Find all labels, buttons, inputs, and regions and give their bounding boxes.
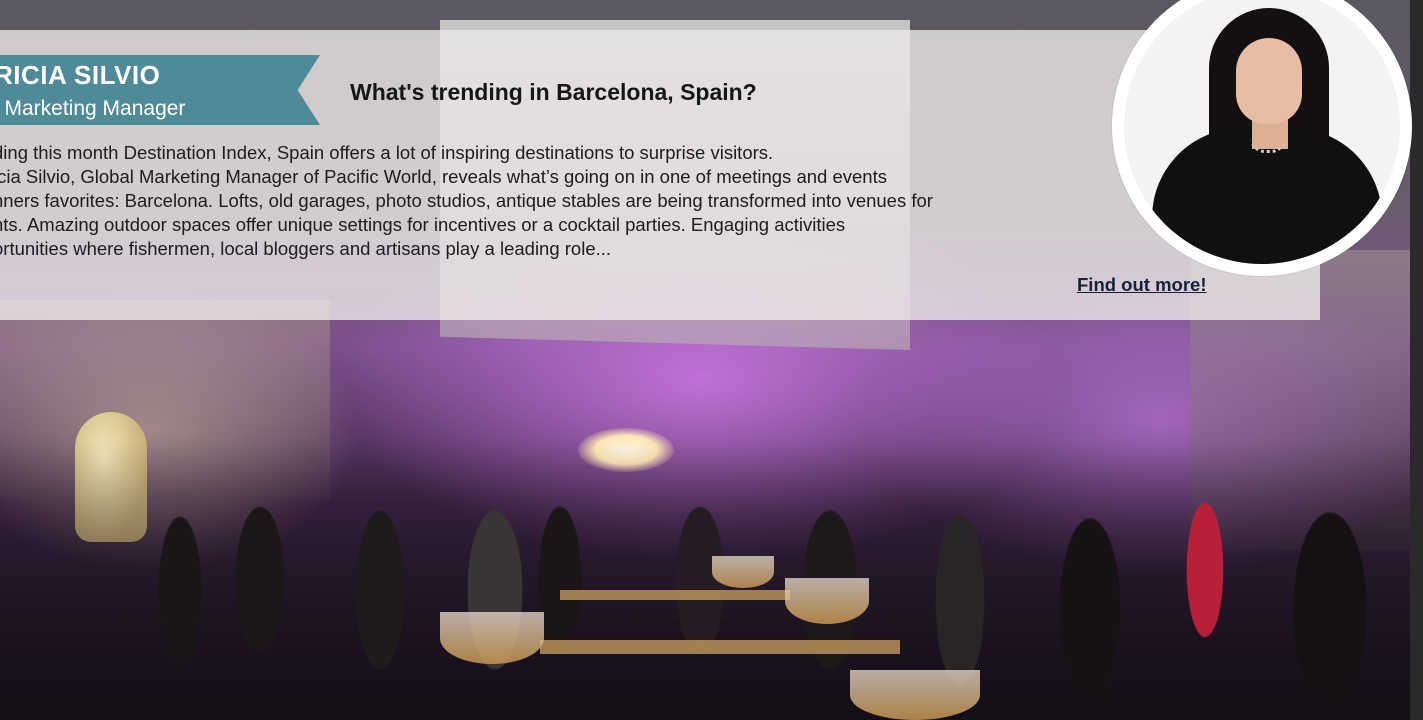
crowd-silhouettes bbox=[0, 440, 1410, 720]
avatar-photo bbox=[1124, 0, 1400, 264]
buffet-table bbox=[540, 640, 900, 654]
body-line: ding this month Destination Index, Spain… bbox=[0, 142, 774, 163]
buffet-table bbox=[560, 590, 790, 600]
avatar bbox=[1112, 0, 1412, 276]
body-line: nners favorites: Barcelona. Lofts, old g… bbox=[0, 190, 933, 211]
glass-bowl bbox=[440, 612, 544, 664]
right-gutter bbox=[1410, 0, 1423, 720]
promo-banner: RICIA SILVIO l Marketing Manager What's … bbox=[0, 0, 1423, 720]
body-line: ortunities where fishermen, local blogge… bbox=[0, 238, 612, 259]
glass-bowl bbox=[712, 556, 774, 588]
glass-bowl bbox=[785, 578, 869, 624]
article-headline: What's trending in Barcelona, Spain? bbox=[350, 79, 757, 105]
glass-bowl bbox=[850, 670, 980, 720]
body-line: icia Silvio, Global Marketing Manager of… bbox=[0, 166, 887, 187]
person-role: l Marketing Manager bbox=[0, 97, 186, 120]
article-body: ding this month Destination Index, Spain… bbox=[0, 141, 1133, 261]
find-out-more-link[interactable]: Find out more! bbox=[1077, 274, 1206, 296]
portrait-face bbox=[1236, 38, 1302, 124]
body-line: nts. Amazing outdoor spaces offer unique… bbox=[0, 214, 846, 235]
person-name: RICIA SILVIO bbox=[0, 60, 161, 90]
